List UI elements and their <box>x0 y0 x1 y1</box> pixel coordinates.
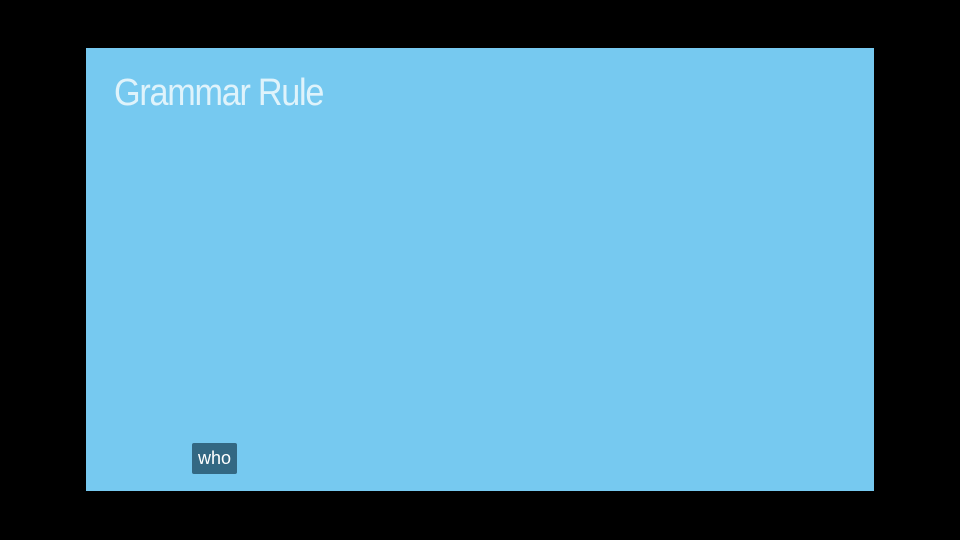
slide-title: Grammar Rule <box>114 72 324 114</box>
slide-panel: Grammar Rule <box>86 48 874 491</box>
subtitle-caption: who <box>192 443 238 474</box>
video-frame: Grammar Rule who <box>0 0 960 540</box>
